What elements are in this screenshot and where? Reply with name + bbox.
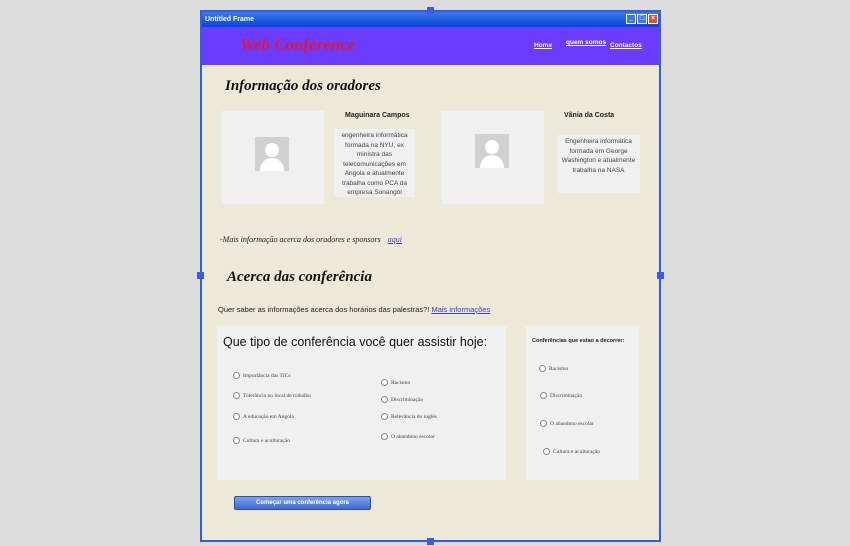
ongoing-conferences-panel: Conferências que estao a decorrer: Racis… [526, 326, 639, 480]
ongoing-conferences-title: Conferências que estao a decorrer: [532, 338, 625, 344]
ongoing-option[interactable]: Discriminação [540, 392, 582, 399]
conference-type-title: Que tipo de conferência você quer assist… [223, 335, 488, 349]
radio-button[interactable] [381, 433, 388, 440]
conference-option[interactable]: O abandono escolar [381, 433, 435, 440]
untitled-frame-window: Untitled Frame _ □ × Web Conference Home… [200, 10, 661, 542]
resize-handle-right[interactable] [657, 272, 664, 279]
resize-handle-bottom[interactable] [427, 538, 434, 545]
radio-button[interactable] [233, 413, 240, 420]
maximize-button[interactable]: □ [637, 14, 647, 24]
title-bar[interactable]: Untitled Frame _ □ × [202, 12, 659, 27]
conference-option[interactable]: Discriminação [381, 396, 423, 403]
radio-button[interactable] [233, 392, 240, 399]
more-speakers-link[interactable]: aqui [388, 235, 402, 244]
radio-button[interactable] [381, 413, 388, 420]
radio-button[interactable] [381, 379, 388, 386]
conference-option[interactable]: Importância das TICs [233, 372, 291, 379]
speakers-heading: Informação dos oradores [225, 78, 381, 94]
nav-home-link[interactable]: Home [534, 42, 552, 49]
conference-option[interactable]: A educação em Angola [233, 413, 294, 420]
speaker-bio: engenheira informática formada na NYU, e… [334, 129, 415, 197]
speaker-photo-card [221, 111, 324, 204]
start-conference-button[interactable]: Começar uma conferência agora [234, 496, 371, 510]
radio-button[interactable] [381, 396, 388, 403]
more-speakers-info: -Mais informação acerca dos oradores e s… [220, 235, 402, 244]
radio-button[interactable] [543, 448, 550, 455]
ongoing-option[interactable]: O abandono escolar [540, 420, 594, 427]
avatar-placeholder-icon [255, 137, 289, 171]
close-button[interactable]: × [648, 14, 658, 24]
more-speakers-text: -Mais informação acerca dos oradores e s… [220, 235, 381, 244]
conference-option[interactable]: Racismo [381, 379, 410, 386]
speaker-bio: Engenheira informática formada em George… [557, 135, 640, 193]
speaker-name: Vânia da Costa [564, 112, 615, 119]
conference-type-panel: Que tipo de conferência você quer assist… [217, 326, 506, 480]
nav-contactos-link[interactable]: Contactos [610, 42, 642, 49]
nav-quem-somos-link[interactable]: quem somos [566, 39, 606, 46]
speaker-photo-card [441, 111, 544, 204]
resize-handle-left[interactable] [197, 272, 204, 279]
minimize-button[interactable]: _ [626, 14, 636, 24]
ongoing-option[interactable]: Racismo [539, 365, 568, 372]
schedule-question-text: Quer saber as informações acerca dos hor… [218, 305, 430, 314]
radio-button[interactable] [539, 365, 546, 372]
site-logo: Web Conference [240, 35, 356, 54]
conference-option[interactable]: Relevância do inglês [381, 413, 437, 420]
ongoing-option[interactable]: Cultura e aculturação [543, 448, 600, 455]
radio-button[interactable] [540, 392, 547, 399]
radio-button[interactable] [233, 437, 240, 444]
schedule-question: Quer saber as informações acerca dos hor… [218, 305, 490, 314]
site-header: Web Conference Home quem somos Contactos [202, 27, 659, 65]
window-title: Untitled Frame [205, 16, 255, 23]
resize-handle-top[interactable] [427, 7, 434, 14]
more-info-link[interactable]: Mais informações [431, 305, 490, 314]
speaker-name: Maguinara Campos [345, 112, 410, 119]
avatar-placeholder-icon [475, 134, 509, 168]
conference-option[interactable]: Tolerância no local de trabalho [233, 392, 311, 399]
about-heading: Acerca das conferência [227, 269, 372, 285]
conference-option[interactable]: Cultura e aculturação [233, 437, 290, 444]
radio-button[interactable] [233, 372, 240, 379]
radio-button[interactable] [540, 420, 547, 427]
